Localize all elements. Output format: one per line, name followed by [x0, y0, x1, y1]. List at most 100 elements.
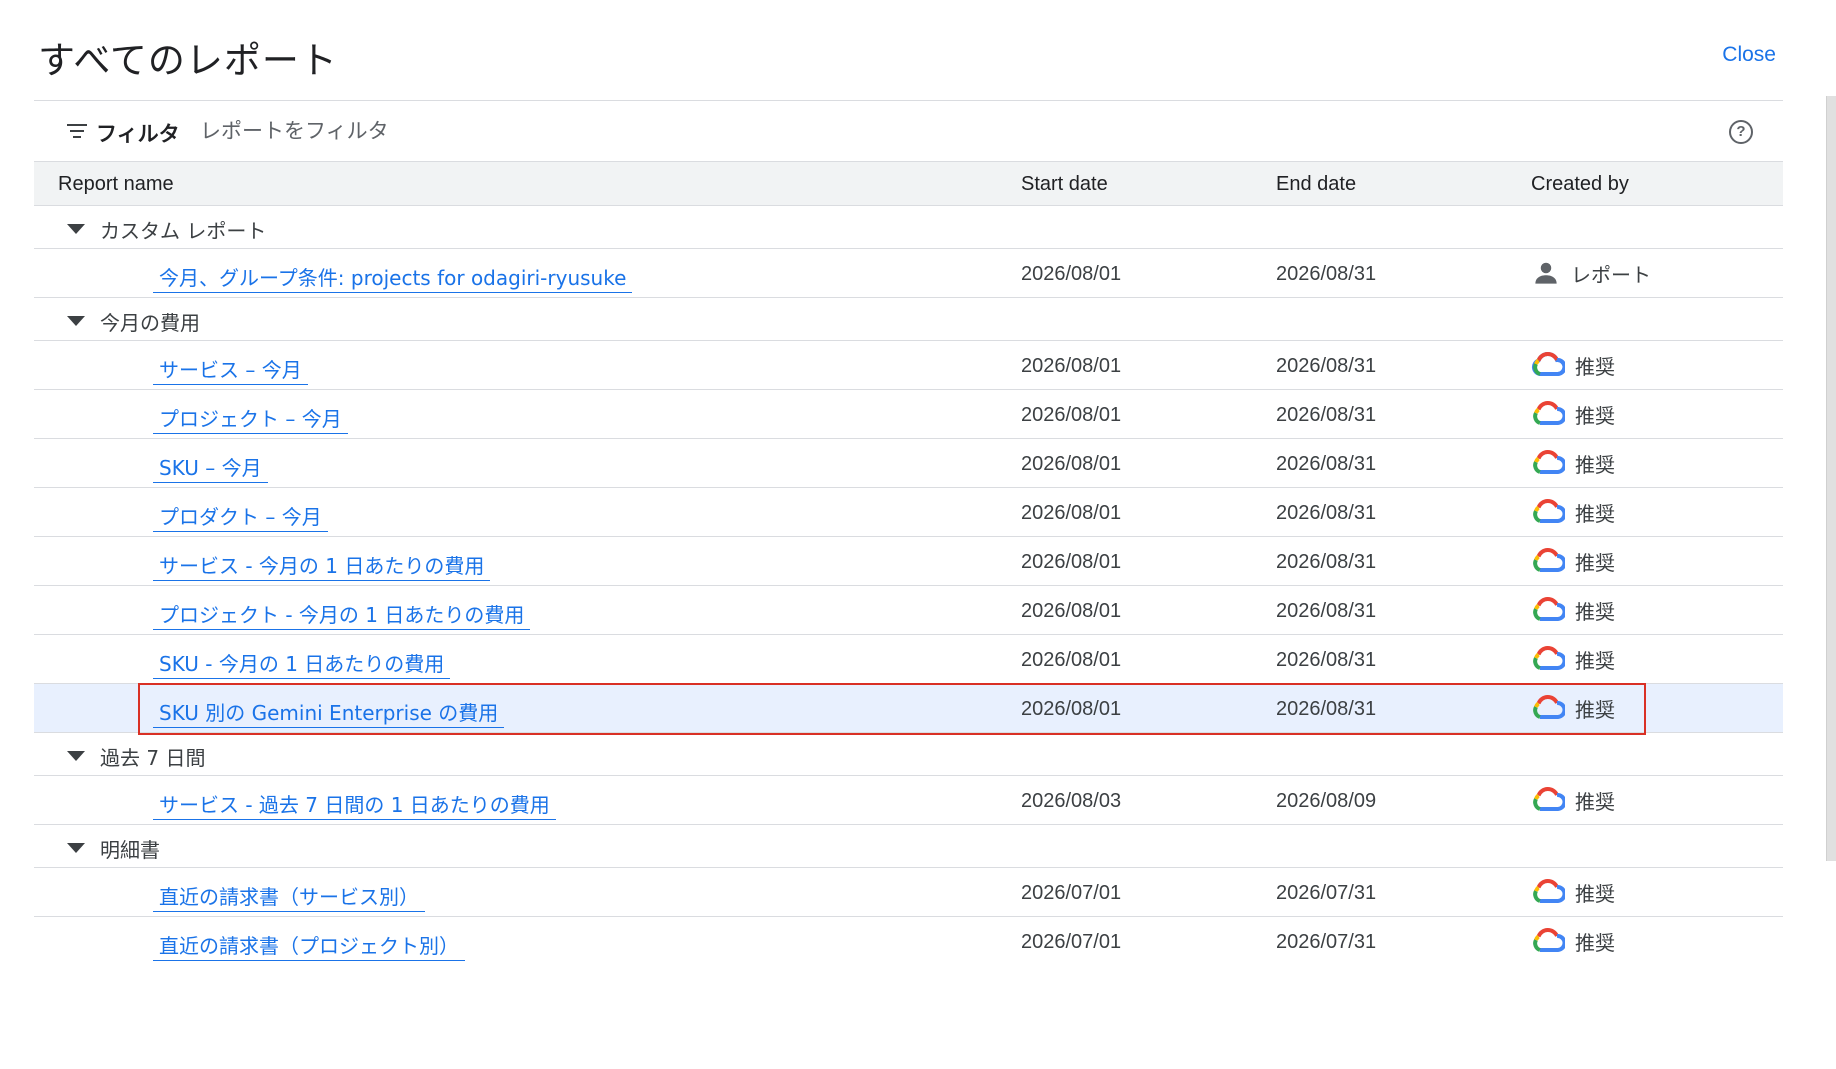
- creator-label: レポート: [1571, 262, 1651, 287]
- header-end-date[interactable]: End date: [1276, 173, 1356, 196]
- creator-cell: 推奨: [1531, 350, 1615, 380]
- table-row: サービス - 今月の 1 日あたりの費用 2026/08/01 2026/08/…: [34, 537, 1783, 586]
- caret-down-icon[interactable]: [67, 751, 85, 761]
- google-cloud-icon: [1531, 352, 1565, 376]
- report-link[interactable]: プロジェクト - 今月の 1 日あたりの費用: [153, 599, 531, 630]
- page-title: すべてのレポート: [38, 39, 338, 82]
- google-cloud-icon: [1533, 597, 1565, 621]
- report-link[interactable]: サービス - 今月の 1 日あたりの費用: [153, 550, 491, 581]
- table-row: 今月、グループ条件: projects for odagiri-ryusuke …: [34, 249, 1783, 298]
- start-date-cell: 2026/08/01: [1021, 453, 1122, 475]
- dialog-header: すべてのレポート Close: [0, 0, 1836, 100]
- end-date-cell: 2026/08/31: [1276, 600, 1377, 622]
- table-row: SKU - 今月の 1 日あたりの費用 2026/08/01 2026/08/3…: [34, 635, 1783, 684]
- creator-cell: 推奨: [1531, 595, 1615, 625]
- google-cloud-icon: [1533, 646, 1565, 670]
- creator-label: 推奨: [1575, 697, 1615, 722]
- creator-cell: 推奨: [1531, 399, 1615, 429]
- start-date-cell: 2026/07/01: [1021, 931, 1122, 953]
- table-row: SKU – 今月 2026/08/01 2026/08/31 推奨: [34, 439, 1783, 488]
- help-circle-icon[interactable]: ?: [1729, 120, 1753, 144]
- report-link[interactable]: 今月、グループ条件: projects for odagiri-ryusuke: [153, 262, 633, 293]
- table-row: 直近の請求書（サービス別） 2026/07/01 2026/07/31 推奨: [34, 868, 1783, 917]
- caret-down-icon[interactable]: [67, 224, 85, 234]
- creator-label: 推奨: [1575, 403, 1615, 428]
- google-cloud-icon: [1533, 879, 1565, 903]
- google-cloud-icon: [1533, 928, 1565, 952]
- creator-label: 推奨: [1575, 930, 1615, 955]
- person-icon: [1535, 262, 1557, 284]
- group-label: 今月の費用: [100, 311, 200, 335]
- filter-label: フィルタ: [96, 122, 180, 146]
- creator-cell: 推奨: [1531, 926, 1615, 956]
- filter-icon[interactable]: [66, 124, 88, 142]
- start-date-cell: 2026/08/01: [1021, 355, 1122, 377]
- report-link[interactable]: 直近の請求書（プロジェクト別）: [153, 930, 465, 961]
- creator-label: 推奨: [1575, 550, 1615, 575]
- table-row: サービス – 今月 2026/08/01 2026/08/31 推奨: [34, 341, 1783, 390]
- creator-label: 推奨: [1575, 789, 1615, 814]
- creator-cell: 推奨: [1531, 877, 1615, 907]
- close-button[interactable]: Close: [1722, 43, 1776, 67]
- table-row-selected[interactable]: SKU 別の Gemini Enterprise の費用 2026/08/01 …: [34, 684, 1783, 733]
- filter-input[interactable]: [200, 115, 800, 147]
- report-link[interactable]: SKU 別の Gemini Enterprise の費用: [153, 697, 505, 728]
- report-link[interactable]: プロジェクト – 今月: [153, 403, 348, 434]
- report-link[interactable]: SKU – 今月: [153, 452, 268, 483]
- report-link[interactable]: SKU - 今月の 1 日あたりの費用: [153, 648, 451, 679]
- table-row: プロジェクト – 今月 2026/08/01 2026/08/31 推奨: [34, 390, 1783, 439]
- end-date-cell: 2026/08/31: [1276, 355, 1377, 377]
- header-start-date[interactable]: Start date: [1021, 173, 1108, 196]
- caret-down-icon[interactable]: [67, 843, 85, 853]
- start-date-cell: 2026/08/01: [1021, 600, 1122, 622]
- end-date-cell: 2026/07/31: [1276, 882, 1377, 904]
- creator-label: 推奨: [1575, 354, 1615, 379]
- end-date-cell: 2026/08/31: [1276, 551, 1377, 573]
- creator-cell: レポート: [1531, 258, 1651, 288]
- report-link[interactable]: サービス – 今月: [153, 354, 308, 385]
- table-row: プロジェクト - 今月の 1 日あたりの費用 2026/08/01 2026/0…: [34, 586, 1783, 635]
- report-link[interactable]: プロダクト – 今月: [153, 501, 328, 532]
- report-link[interactable]: サービス - 過去 7 日間の 1 日あたりの費用: [153, 789, 556, 820]
- end-date-cell: 2026/08/31: [1276, 404, 1377, 426]
- creator-label: 推奨: [1575, 599, 1615, 624]
- google-cloud-icon: [1533, 450, 1565, 474]
- google-cloud-icon: [1533, 787, 1565, 811]
- table-row: プロダクト – 今月 2026/08/01 2026/08/31 推奨: [34, 488, 1783, 537]
- start-date-cell: 2026/08/01: [1021, 263, 1122, 285]
- creator-label: 推奨: [1575, 648, 1615, 673]
- google-cloud-icon: [1533, 499, 1565, 523]
- start-date-cell: 2026/08/03: [1021, 790, 1122, 812]
- start-date-cell: 2026/08/01: [1021, 502, 1122, 524]
- end-date-cell: 2026/08/31: [1276, 698, 1377, 720]
- start-date-cell: 2026/08/01: [1021, 698, 1122, 720]
- creator-label: 推奨: [1575, 501, 1615, 526]
- group-row-statements[interactable]: 明細書: [34, 825, 1783, 868]
- start-date-cell: 2026/07/01: [1021, 882, 1122, 904]
- group-row-custom-reports[interactable]: カスタム レポート: [34, 206, 1783, 249]
- caret-down-icon[interactable]: [67, 316, 85, 326]
- group-label: 明細書: [100, 838, 160, 862]
- end-date-cell: 2026/08/31: [1276, 453, 1377, 475]
- vertical-scrollbar[interactable]: [1826, 96, 1836, 861]
- group-row-this-month[interactable]: 今月の費用: [34, 298, 1783, 341]
- creator-cell: 推奨: [1531, 546, 1615, 576]
- report-link[interactable]: 直近の請求書（サービス別）: [153, 881, 425, 912]
- start-date-cell: 2026/08/01: [1021, 551, 1122, 573]
- header-created-by[interactable]: Created by: [1531, 173, 1629, 196]
- end-date-cell: 2026/08/31: [1276, 502, 1377, 524]
- end-date-cell: 2026/08/31: [1276, 649, 1377, 671]
- creator-label: 推奨: [1575, 881, 1615, 906]
- header-report-name[interactable]: Report name: [58, 173, 174, 196]
- end-date-cell: 2026/08/31: [1276, 263, 1377, 285]
- google-cloud-icon: [1533, 401, 1565, 425]
- group-label: 過去 7 日間: [100, 746, 206, 770]
- group-row-past-7-days[interactable]: 過去 7 日間: [34, 733, 1783, 776]
- table-row: 直近の請求書（プロジェクト別） 2026/07/01 2026/07/31 推奨: [34, 917, 1783, 966]
- creator-cell: 推奨: [1531, 448, 1615, 478]
- all-reports-dialog: すべてのレポート Close フィルタ ? Report name Start …: [0, 0, 1836, 1069]
- creator-label: 推奨: [1575, 452, 1615, 477]
- start-date-cell: 2026/08/01: [1021, 649, 1122, 671]
- start-date-cell: 2026/08/01: [1021, 404, 1122, 426]
- table-row: サービス - 過去 7 日間の 1 日あたりの費用 2026/08/03 202…: [34, 776, 1783, 825]
